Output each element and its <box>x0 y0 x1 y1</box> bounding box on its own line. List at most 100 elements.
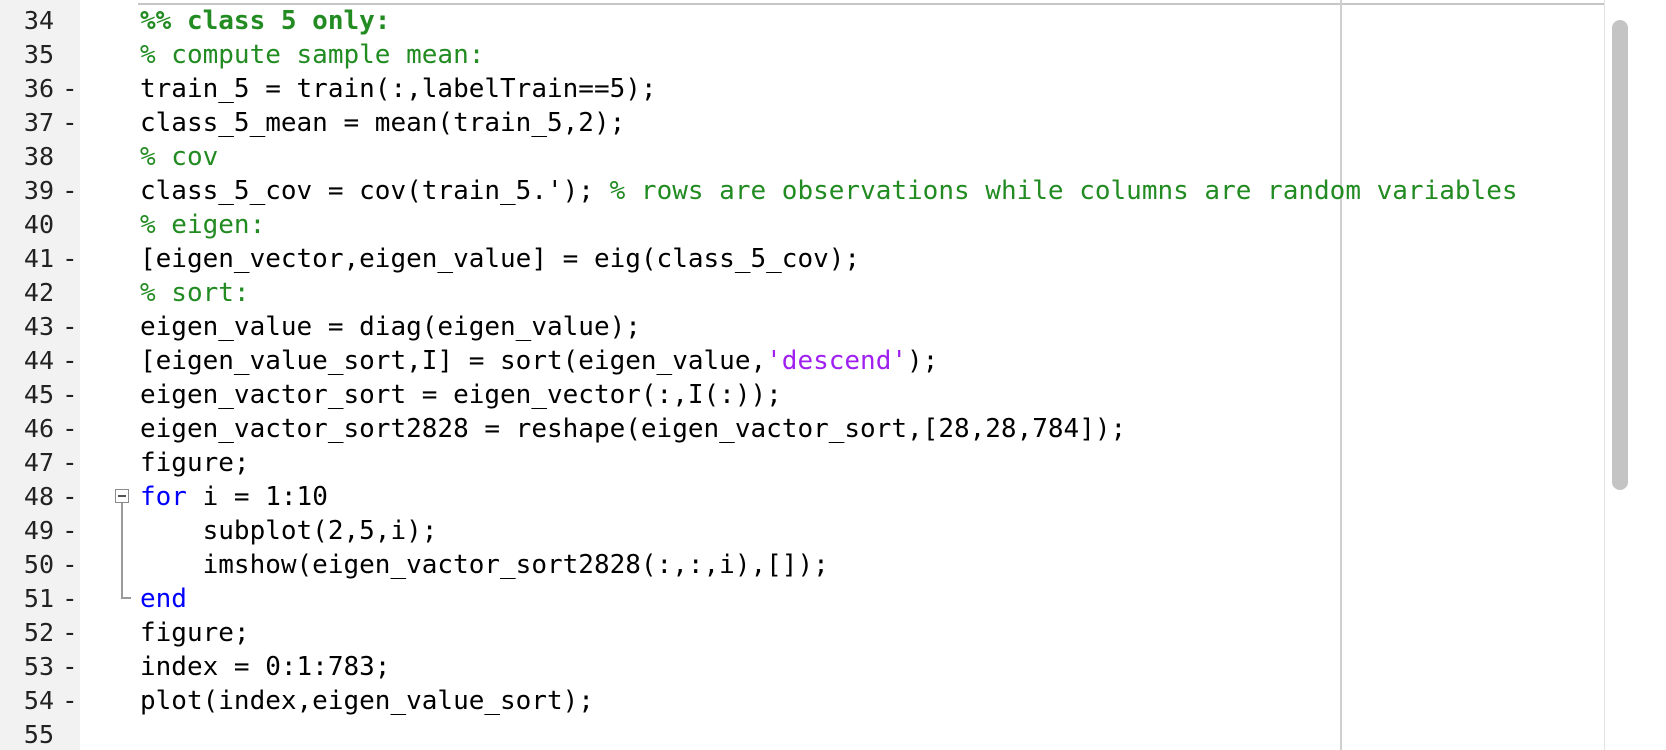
line-number: 37 <box>23 108 54 137</box>
code-token-cell: %% class 5 only: <box>140 6 391 36</box>
line-number: 46 <box>23 414 54 443</box>
code-line[interactable]: 46- eigen_vactor_sort2828 = reshape(eigen… <box>0 412 1604 446</box>
fold-guide-line <box>121 548 123 582</box>
code-text[interactable]: class_5_mean = mean(train_5,2); <box>140 106 625 140</box>
breakpoint-marker[interactable]: - <box>62 310 78 344</box>
code-line[interactable]: 36- train_5 = train(:,labelTrain==5); <box>0 72 1604 106</box>
breakpoint-marker[interactable]: - <box>62 242 78 276</box>
code-token-comment: % rows are observations while columns ar… <box>609 176 1518 206</box>
code-line[interactable]: 44- [eigen_value_sort,I] = sort(eigen_val… <box>0 344 1604 378</box>
breakpoint-marker[interactable]: - <box>62 72 78 106</box>
code-text[interactable]: eigen_vactor_sort = eigen_vector(:,I(:))… <box>140 378 782 412</box>
breakpoint-marker[interactable]: - <box>62 514 78 548</box>
breakpoint-marker[interactable]: - <box>62 548 78 582</box>
breakpoint-marker[interactable]: - <box>62 446 78 480</box>
code-token-keyword: for <box>140 482 187 512</box>
code-line[interactable]: 52- figure; <box>0 616 1604 650</box>
code-text[interactable]: figure; <box>140 616 250 650</box>
code-line[interactable]: 35 % compute sample mean: <box>0 38 1604 72</box>
code-text[interactable]: % compute sample mean: <box>140 38 484 72</box>
line-number: 53 <box>23 652 54 681</box>
code-line[interactable]: 38 % cov <box>0 140 1604 174</box>
code-text[interactable]: class_5_cov = cov(train_5.'); % rows are… <box>140 174 1518 208</box>
breakpoint-marker[interactable]: - <box>62 344 78 378</box>
breakpoint-marker[interactable]: - <box>62 378 78 412</box>
code-token-normal: figure; <box>140 448 250 478</box>
line-number: 47 <box>23 448 54 477</box>
line-number: 41 <box>23 244 54 273</box>
code-line[interactable]: 42 % sort: <box>0 276 1604 310</box>
breakpoint-marker[interactable]: - <box>62 616 78 650</box>
line-number: 52 <box>23 618 54 647</box>
breakpoint-marker[interactable]: - <box>62 684 78 718</box>
breakpoint-marker[interactable]: - <box>62 106 78 140</box>
scrollbar-thumb[interactable] <box>1612 20 1628 490</box>
breakpoint-marker[interactable]: - <box>62 650 78 684</box>
code-token-normal: i = 1:10 <box>186 482 328 512</box>
code-token-normal: ); <box>907 346 939 376</box>
breakpoint-marker[interactable]: - <box>62 174 78 208</box>
code-text[interactable]: % sort: <box>140 276 250 310</box>
line-number: 54 <box>23 686 54 715</box>
code-text[interactable]: train_5 = train(:,labelTrain==5); <box>140 72 657 106</box>
code-text[interactable]: [eigen_value_sort,I] = sort(eigen_value,… <box>140 344 938 378</box>
fold-guide-line <box>121 514 123 548</box>
line-number: 39 <box>23 176 54 205</box>
code-line[interactable]: 37- class_5_mean = mean(train_5,2); <box>0 106 1604 140</box>
code-text[interactable]: eigen_value = diag(eigen_value); <box>140 310 641 344</box>
line-number: 55 <box>23 720 54 749</box>
code-token-normal: eigen_vactor_sort2828 = reshape(eigen_va… <box>140 414 1127 444</box>
code-line[interactable]: 49- subplot(2,5,i); <box>0 514 1604 548</box>
code-line[interactable]: 53- index = 0:1:783; <box>0 650 1604 684</box>
code-text[interactable]: for i = 1:10 <box>140 480 328 514</box>
code-token-normal: train_5 = train(:,labelTrain==5); <box>140 74 657 104</box>
code-token-normal: eigen_vactor_sort = eigen_vector(:,I(:))… <box>140 380 782 410</box>
code-line[interactable]: 45- eigen_vactor_sort = eigen_vector(:,I(… <box>0 378 1604 412</box>
code-token-comment: % sort: <box>140 278 250 308</box>
breakpoint-marker[interactable]: - <box>62 582 78 616</box>
code-line[interactable]: 34 %% class 5 only: <box>0 4 1604 38</box>
code-area[interactable]: 34 %% class 5 only: 35 % compute sample mea… <box>0 4 1604 750</box>
code-text[interactable]: [eigen_vector,eigen_value] = eig(class_5… <box>140 242 860 276</box>
code-text[interactable]: index = 0:1:783; <box>140 650 390 684</box>
fold-collapse-icon[interactable] <box>115 489 129 503</box>
breakpoint-marker[interactable]: - <box>62 480 78 514</box>
code-text[interactable]: %% class 5 only: <box>140 4 390 38</box>
code-line[interactable]: 43- eigen_value = diag(eigen_value); <box>0 310 1604 344</box>
code-token-string: 'descend' <box>766 346 908 376</box>
code-text[interactable]: % cov <box>140 140 218 174</box>
breakpoint-marker[interactable]: - <box>62 412 78 446</box>
code-text[interactable]: end <box>140 582 187 616</box>
code-token-normal: class_5_cov = cov(train_5.'); <box>140 176 610 206</box>
code-line[interactable]: 55 <box>0 718 1604 750</box>
code-token-comment: % eigen: <box>140 210 266 240</box>
code-token-normal: class_5_mean = mean(train_5,2); <box>140 108 626 138</box>
code-token-normal: imshow(eigen_vactor_sort2828(:,:,i),[]); <box>140 550 829 580</box>
code-text[interactable]: imshow(eigen_vactor_sort2828(:,:,i),[]); <box>140 548 829 582</box>
code-token-normal: eigen_value = diag(eigen_value); <box>140 312 641 342</box>
code-line[interactable]: 51- end <box>0 582 1604 616</box>
code-text[interactable]: figure; <box>140 446 250 480</box>
code-text[interactable]: subplot(2,5,i); <box>140 514 438 548</box>
code-text[interactable]: % eigen: <box>140 208 265 242</box>
line-number: 48 <box>23 482 54 511</box>
fold-end-guide <box>121 582 131 599</box>
line-number: 34 <box>23 6 54 35</box>
code-token-normal: [eigen_value_sort,I] = sort(eigen_value, <box>140 346 767 376</box>
code-text[interactable]: plot(index,eigen_value_sort); <box>140 684 594 718</box>
code-token-normal: plot(index,eigen_value_sort); <box>140 686 594 716</box>
code-line[interactable]: 54- plot(index,eigen_value_sort); <box>0 684 1604 718</box>
code-text[interactable]: eigen_vactor_sort2828 = reshape(eigen_va… <box>140 412 1126 446</box>
code-line[interactable]: 47- figure; <box>0 446 1604 480</box>
line-number: 50 <box>23 550 54 579</box>
code-token-normal: [eigen_vector,eigen_value] = eig(class_5… <box>140 244 861 274</box>
code-line[interactable]: 41- [eigen_vector,eigen_value] = eig(clas… <box>0 242 1604 276</box>
code-editor[interactable]: 34 %% class 5 only: 35 % compute sample mea… <box>0 0 1666 750</box>
code-line[interactable]: 39- class_5_cov = cov(train_5.'); % rows … <box>0 174 1604 208</box>
code-line[interactable]: 50- imshow(eigen_vactor_sort2828(:,:,i),… <box>0 548 1604 582</box>
line-number: 38 <box>23 142 54 171</box>
line-number: 36 <box>23 74 54 103</box>
line-number: 49 <box>23 516 54 545</box>
code-line[interactable]: 40 % eigen: <box>0 208 1604 242</box>
code-line[interactable]: 48- for i = 1:10 <box>0 480 1604 514</box>
